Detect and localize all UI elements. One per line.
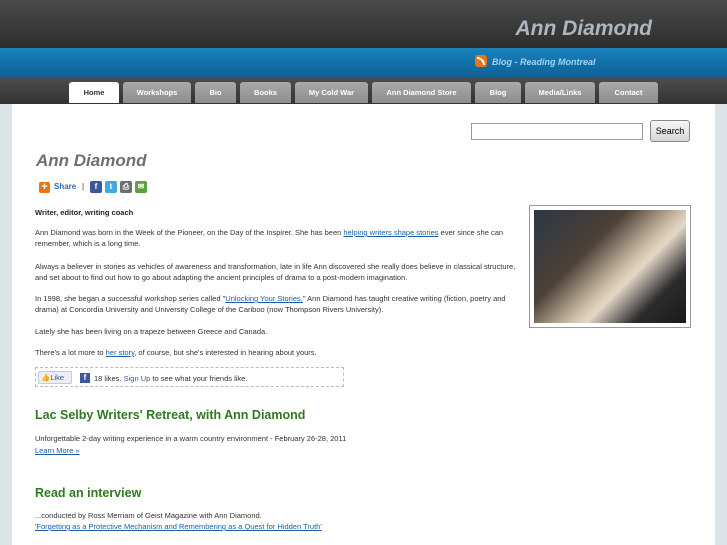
- facebook-icon[interactable]: f: [90, 181, 102, 193]
- interview-heading: Read an interview: [35, 486, 142, 500]
- tab-bio[interactable]: Bio: [195, 82, 236, 103]
- author-photo-image: [534, 210, 686, 323]
- blue-bar: [0, 48, 727, 78]
- tab-media-links[interactable]: Media/Links: [525, 82, 595, 103]
- twitter-icon[interactable]: t: [105, 181, 117, 193]
- share-button[interactable]: Share: [54, 182, 76, 191]
- like-count: 18 likes.: [94, 374, 122, 383]
- tab-my-cold-war[interactable]: My Cold War: [295, 82, 368, 103]
- story-text: There's a lot more to: [35, 348, 106, 357]
- share-separator: |: [82, 182, 85, 191]
- helping-writers-link[interactable]: helping writers shape stories: [343, 228, 438, 237]
- intro-paragraph: Ann Diamond was born in the Week of the …: [35, 227, 515, 249]
- share-plus-icon[interactable]: +: [39, 182, 50, 193]
- retreat-text: Unforgettable 2-day writing experience i…: [35, 434, 347, 443]
- like-label: Like: [50, 373, 65, 382]
- story-paragraph: There's a lot more to her story, of cour…: [35, 347, 317, 358]
- tagline: Writer, editor, writing coach: [35, 208, 134, 217]
- print-icon[interactable]: ⎙: [120, 181, 132, 193]
- facebook-like-button[interactable]: 👍Like: [38, 371, 72, 384]
- tab-workshops[interactable]: Workshops: [123, 82, 191, 103]
- her-story-link[interactable]: her story: [106, 348, 135, 357]
- tab-home[interactable]: Home: [69, 82, 119, 103]
- search-input[interactable]: [471, 123, 643, 140]
- sign-up-link[interactable]: Sign Up: [124, 374, 151, 383]
- rss-icon[interactable]: [475, 55, 487, 67]
- search-button[interactable]: Search: [650, 120, 690, 142]
- tab-ann-diamond-store[interactable]: Ann Diamond Store: [372, 82, 471, 103]
- email-share-icon[interactable]: ✉: [135, 181, 147, 193]
- retreat-heading[interactable]: Lac Selby Writers' Retreat, with Ann Dia…: [35, 408, 305, 422]
- workshop-text: In 1998, she began a successful workshop…: [35, 294, 226, 303]
- unlocking-stories-link[interactable]: Unlocking Your Stories,: [225, 294, 303, 303]
- site-title[interactable]: Ann Diamond: [516, 17, 653, 41]
- intro-text: Ann Diamond was born in the Week of the …: [35, 228, 344, 237]
- blog-link[interactable]: Blog - Reading Montreal: [492, 57, 596, 67]
- sign-up-text: to see what your friends like.: [150, 374, 248, 383]
- interview-text: ...conducted by Ross Merriam of Geist Ma…: [35, 511, 262, 520]
- interview-link[interactable]: 'Forgetting as a Protective Mechanism an…: [35, 521, 322, 532]
- trapeze-paragraph: Lately she has been living on a trapeze …: [35, 327, 268, 336]
- tab-contact[interactable]: Contact: [599, 82, 658, 103]
- story-text-end: , of course, but she's interested in hea…: [134, 348, 317, 357]
- author-photo: [529, 205, 691, 328]
- tab-books[interactable]: Books: [240, 82, 291, 103]
- tab-blog[interactable]: Blog: [475, 82, 521, 103]
- page-title: Ann Diamond: [36, 151, 147, 170]
- facebook-small-icon: f: [80, 373, 90, 383]
- like-count-text: 18 likes. Sign Up to see what your frien…: [94, 374, 247, 383]
- learn-more-link[interactable]: Learn More »: [35, 445, 80, 456]
- believer-paragraph: Always a believer in stories as vehicles…: [35, 262, 516, 282]
- workshop-paragraph: In 1998, she began a successful workshop…: [35, 293, 509, 315]
